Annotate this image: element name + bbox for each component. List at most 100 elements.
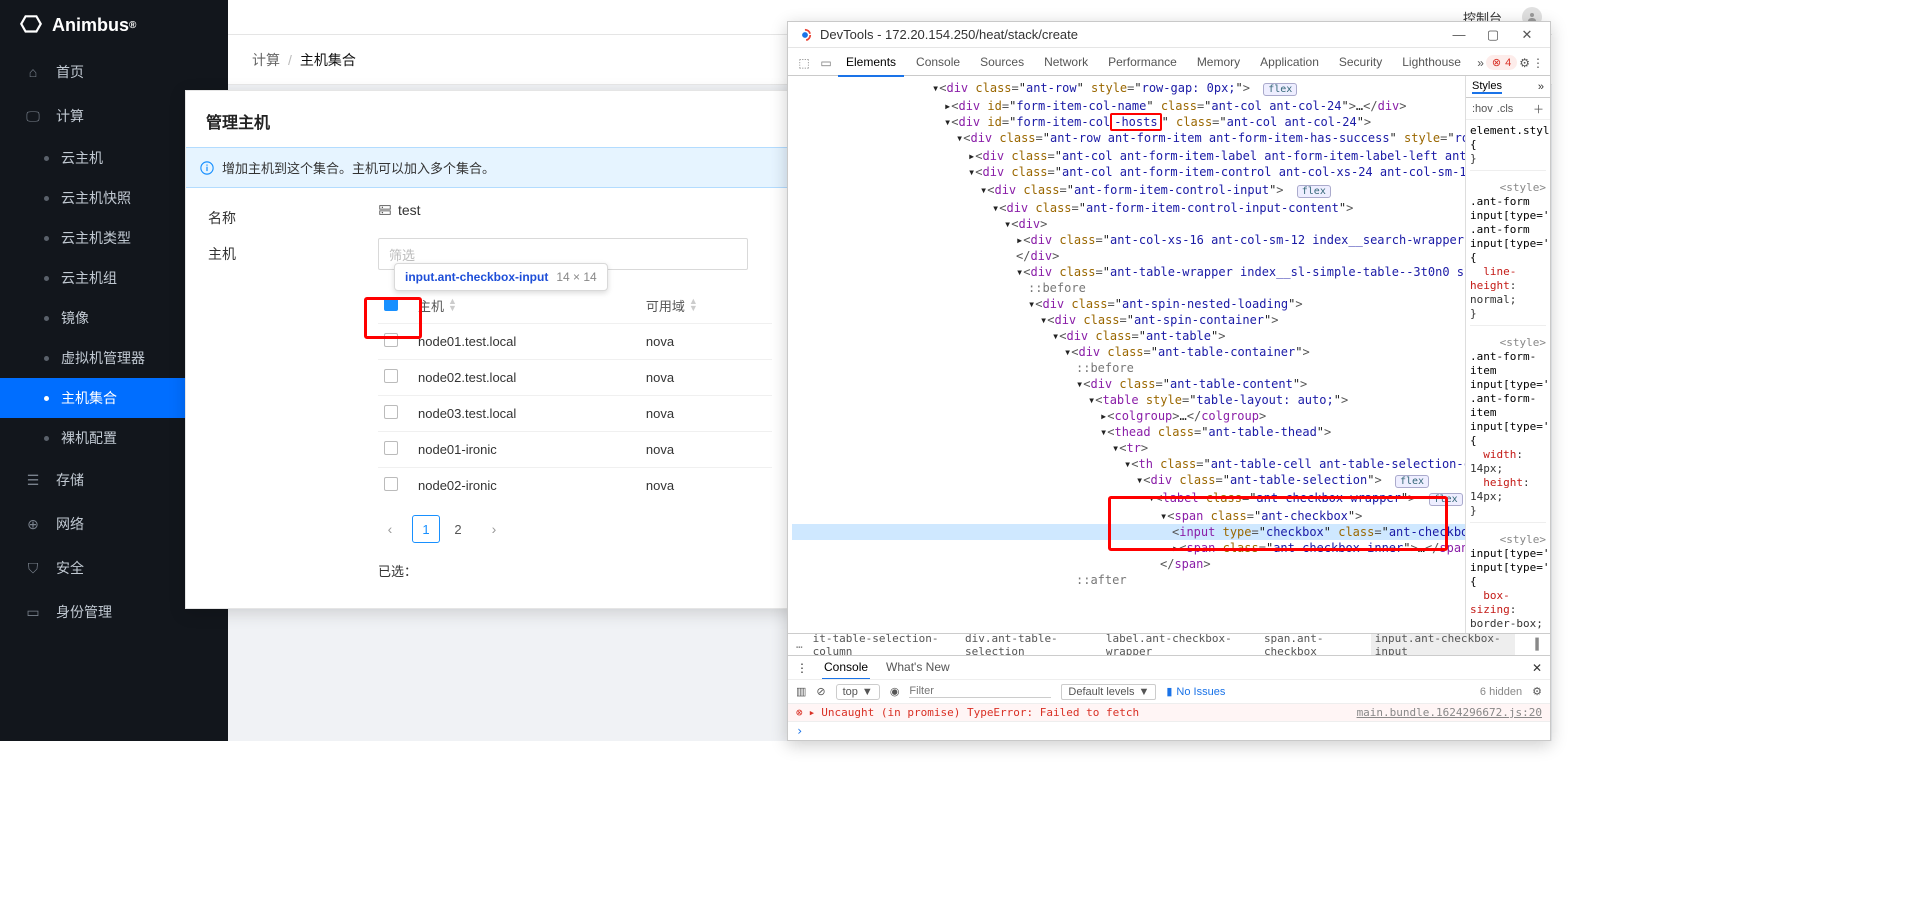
console-sidebar-icon[interactable]: ▥ xyxy=(796,685,806,698)
styles-body[interactable]: element.style {}<style>.ant-form input[t… xyxy=(1466,120,1550,633)
dom-line[interactable]: ▾<div class="ant-col ant-form-item-contr… xyxy=(792,164,1465,182)
dom-line[interactable]: ▾<tr> xyxy=(792,440,1465,456)
devtools-tab-lighthouse[interactable]: Lighthouse xyxy=(1394,49,1469,77)
crumb[interactable]: span.ant-checkbox xyxy=(1264,633,1361,655)
row-checkbox[interactable] xyxy=(384,369,398,383)
dom-line[interactable]: ▸<span class="ant-checkbox-inner">…</spa… xyxy=(792,540,1465,556)
dom-line[interactable]: ▾<div class="ant-spin-container"> xyxy=(792,312,1465,328)
console-tab[interactable]: What's New xyxy=(884,656,952,680)
dom-line[interactable]: ::before xyxy=(792,280,1465,296)
dom-line[interactable]: ::after xyxy=(792,572,1465,588)
window-minimize[interactable]: ― xyxy=(1446,27,1472,42)
dom-line[interactable]: ▾<div> xyxy=(792,216,1465,232)
devtools-tab-network[interactable]: Network xyxy=(1036,49,1096,77)
dom-line[interactable]: ▾<div class="ant-row ant-form-item ant-f… xyxy=(792,130,1465,148)
devtools-tab-elements[interactable]: Elements xyxy=(838,49,904,77)
inspect-element-icon[interactable]: ⬚ xyxy=(794,56,814,70)
pager-next[interactable]: › xyxy=(482,517,506,541)
dom-line[interactable]: ▸<div id="form-item-col-name" class="ant… xyxy=(792,98,1465,114)
crumb[interactable]: input.ant-checkbox-input xyxy=(1371,633,1516,655)
dom-tree[interactable]: ▾<div class="ant-row" style="row-gap: 0p… xyxy=(788,76,1465,633)
dom-line[interactable]: ▸<div class="ant-col-xs-16 ant-col-sm-12… xyxy=(792,232,1465,248)
nav-home[interactable]: ⌂ 首页 xyxy=(0,50,228,94)
select-all-checkbox[interactable] xyxy=(384,297,398,311)
row-checkbox[interactable] xyxy=(384,405,398,419)
toggle-device-icon[interactable]: ▭ xyxy=(816,56,836,70)
console-context[interactable]: top ▼ xyxy=(836,684,880,700)
dom-line[interactable]: ▾<div class="ant-spin-nested-loading"> xyxy=(792,296,1465,312)
hov-toggle[interactable]: :hov xyxy=(1472,103,1493,115)
create-live-expression-icon[interactable]: ◉ xyxy=(890,685,900,698)
console-issues[interactable]: ▮ No Issues xyxy=(1166,685,1225,698)
sort-icon[interactable]: ▲▼ xyxy=(448,298,457,312)
console-error-row[interactable]: ⊗ ▸ Uncaught (in promise) TypeError: Fai… xyxy=(788,703,1550,721)
crumb[interactable]: it-table-selection-column xyxy=(813,633,955,655)
row-checkbox[interactable] xyxy=(384,333,398,347)
dom-line[interactable]: ▾<thead class="ant-table-thead"> xyxy=(792,424,1465,440)
tabs-overflow-icon[interactable]: » xyxy=(1477,56,1484,70)
dom-line[interactable]: ▸<colgroup>…</colgroup> xyxy=(792,408,1465,424)
devtools-tab-application[interactable]: Application xyxy=(1252,49,1327,77)
page-number[interactable]: 2 xyxy=(444,515,472,543)
page-number[interactable]: 1 xyxy=(412,515,440,543)
new-style-icon[interactable]: ＋ xyxy=(1533,101,1544,117)
dom-line[interactable]: ▾<span class="ant-checkbox"> xyxy=(792,508,1465,524)
styles-tab[interactable]: Styles xyxy=(1472,80,1502,94)
devtools-tab-memory[interactable]: Memory xyxy=(1189,49,1248,77)
table-row[interactable]: node01.test.localnova xyxy=(378,324,772,360)
window-maximize[interactable]: ▢ xyxy=(1480,27,1506,43)
dom-line[interactable]: ▾<div class="ant-form-item-control-input… xyxy=(792,200,1465,216)
error-indicator[interactable]: ⊗ 4 xyxy=(1486,55,1517,70)
table-row[interactable]: node02-ironicnova xyxy=(378,468,772,504)
dom-line[interactable]: ▾<div class="ant-row" style="row-gap: 0p… xyxy=(792,80,1465,98)
table-row[interactable]: node01-ironicnova xyxy=(378,432,772,468)
dom-line[interactable]: ▾<div class="ant-table-container"> xyxy=(792,344,1465,360)
crumb[interactable]: div.ant-table-selection xyxy=(965,633,1096,655)
console-tab[interactable]: Console xyxy=(822,656,870,680)
pager-prev[interactable]: ‹ xyxy=(378,517,402,541)
dom-line[interactable]: ▾<label class="ant-checkbox-wrapper"> fl… xyxy=(792,490,1465,508)
sort-icon[interactable]: ▲▼ xyxy=(689,298,698,312)
dom-line[interactable]: ▾<div class="ant-form-item-control-input… xyxy=(792,182,1465,200)
settings-icon[interactable]: ⚙ xyxy=(1519,56,1530,70)
crumb-more[interactable]: … xyxy=(796,638,803,651)
dom-line[interactable]: ▾<div class="ant-table-selection"> flex xyxy=(792,472,1465,490)
console-error-source[interactable]: main.bundle.1624296672.js:20 xyxy=(1357,706,1542,719)
console-prompt[interactable]: › xyxy=(788,721,1550,740)
console-levels[interactable]: Default levels ▼ xyxy=(1061,684,1156,700)
dom-line[interactable]: <input type="checkbox" class="ant-checkb… xyxy=(792,524,1465,540)
console-filter[interactable] xyxy=(909,685,1051,698)
dom-line[interactable]: ▾<div class="ant-table"> xyxy=(792,328,1465,344)
dom-line[interactable]: ▾<div class="ant-table-content"> xyxy=(792,376,1465,392)
crumb-scrollbar[interactable]: ▌ xyxy=(1535,638,1542,651)
dom-line[interactable]: ▾<table style="table-layout: auto;"> xyxy=(792,392,1465,408)
col-host[interactable]: 主机▲▼ xyxy=(412,288,640,324)
devtools-tab-sources[interactable]: Sources xyxy=(972,49,1032,77)
select-all-cell[interactable] xyxy=(378,288,412,324)
window-close[interactable]: ✕ xyxy=(1514,27,1540,43)
breadcrumb-root[interactable]: 计算 xyxy=(252,50,280,70)
dom-line[interactable]: ▸<div class="ant-col ant-form-item-label… xyxy=(792,148,1465,164)
dom-line[interactable]: </span> xyxy=(792,556,1465,572)
table-row[interactable]: node02.test.localnova xyxy=(378,360,772,396)
cls-toggle[interactable]: .cls xyxy=(1497,103,1514,115)
devtools-tab-console[interactable]: Console xyxy=(908,49,968,77)
dom-line[interactable]: ▾<div class="ant-table-wrapper index__sl… xyxy=(792,264,1465,280)
styles-overflow-icon[interactable]: » xyxy=(1538,81,1544,93)
console-hidden-count[interactable]: 6 hidden xyxy=(1480,686,1522,698)
drawer-close-icon[interactable]: ✕ xyxy=(1532,661,1542,675)
dom-line[interactable]: ▾<th class="ant-table-cell ant-table-sel… xyxy=(792,456,1465,472)
console-clear-icon[interactable]: ⊘ xyxy=(816,685,825,698)
more-icon[interactable]: ⋮ xyxy=(1532,56,1544,70)
devtools-tab-security[interactable]: Security xyxy=(1331,49,1390,77)
dom-line[interactable]: ▾<div id="form-item-col-hosts" class="an… xyxy=(792,114,1465,130)
devtools-titlebar[interactable]: DevTools - 172.20.154.250/heat/stack/cre… xyxy=(788,22,1550,48)
dom-breadcrumb[interactable]: … it-table-selection-column div.ant-table… xyxy=(788,633,1550,655)
drawer-more-icon[interactable]: ⋮ xyxy=(796,661,808,675)
console-settings-icon[interactable]: ⚙ xyxy=(1532,685,1542,698)
table-row[interactable]: node03.test.localnova xyxy=(378,396,772,432)
dom-line[interactable]: </div> xyxy=(792,248,1465,264)
dom-line[interactable]: ::before xyxy=(792,360,1465,376)
crumb[interactable]: label.ant-checkbox-wrapper xyxy=(1106,633,1254,655)
col-zone[interactable]: 可用域▲▼ xyxy=(640,288,772,324)
